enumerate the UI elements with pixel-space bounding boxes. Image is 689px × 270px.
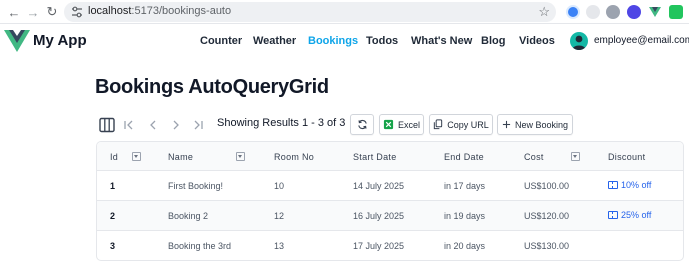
next-page-icon[interactable]: [169, 116, 183, 134]
grid-header-row: Id Name Room No Start Date End Date Cost…: [97, 142, 683, 171]
discount-label: 10% off: [621, 180, 652, 190]
cell-room-no: 10: [274, 181, 285, 191]
previous-page-icon[interactable]: [146, 116, 160, 134]
copy-url-label: Copy URL: [447, 119, 489, 130]
user-email[interactable]: employee@email.com: [594, 35, 689, 46]
cell-end-date: in 19 days: [444, 211, 486, 221]
refresh-icon: [357, 120, 367, 129]
cell-cost: US$130.00: [524, 241, 570, 251]
bookmark-star-icon[interactable]: ☆: [538, 4, 550, 20]
column-header-discount[interactable]: Discount: [608, 152, 645, 162]
column-header-room-no[interactable]: Room No: [274, 152, 314, 162]
app-title[interactable]: My App: [33, 32, 87, 49]
extension-icon-4[interactable]: [627, 5, 641, 19]
excel-export-button[interactable]: Excel: [379, 114, 424, 135]
nav-link-bookings[interactable]: Bookings: [308, 35, 358, 47]
back-icon[interactable]: ←: [6, 4, 22, 20]
nav-link-counter[interactable]: Counter: [200, 35, 242, 47]
extension-icon-2[interactable]: [586, 5, 600, 19]
cell-name: Booking the 3rd: [168, 241, 232, 251]
cell-room-no: 12: [274, 211, 285, 221]
page-title: Bookings AutoQueryGrid: [95, 76, 329, 98]
cell-room-no: 13: [274, 241, 285, 251]
nav-link-weather[interactable]: Weather: [253, 35, 296, 47]
nav-link-whats-new[interactable]: What's New: [411, 35, 472, 47]
extension-icon-3[interactable]: [606, 5, 620, 19]
new-booking-label: New Booking: [514, 119, 569, 130]
results-summary: Showing Results 1 - 3 of 3: [217, 117, 346, 129]
url-path: :5173/bookings-auto: [131, 5, 232, 17]
cell-start-date: 14 July 2025: [353, 181, 405, 191]
nav-link-videos[interactable]: Videos: [519, 35, 555, 47]
table-row[interactable]: 1 First Booking! 10 14 July 2025 in 17 d…: [97, 171, 683, 201]
app-header: My App Counter Weather Bookings Todos Wh…: [0, 24, 689, 60]
last-page-icon[interactable]: [191, 116, 205, 134]
new-booking-button[interactable]: New Booking: [497, 114, 573, 135]
plus-icon: [502, 120, 511, 129]
forward-icon[interactable]: →: [25, 4, 41, 20]
extension-icon-1[interactable]: [566, 5, 580, 19]
filter-icon[interactable]: [132, 152, 141, 161]
column-header-id[interactable]: Id: [110, 152, 118, 162]
cell-start-date: 17 July 2025: [353, 241, 405, 251]
cell-name: First Booking!: [168, 181, 224, 191]
first-page-icon[interactable]: [122, 116, 136, 134]
copy-icon: [434, 119, 443, 130]
table-row[interactable]: 2 Booking 2 12 16 July 2025 in 19 days U…: [97, 201, 683, 231]
cell-end-date: in 17 days: [444, 181, 486, 191]
filter-icon[interactable]: [236, 152, 245, 161]
vue-logo-icon[interactable]: [4, 29, 30, 53]
cell-cost: US$100.00: [524, 181, 570, 191]
table-row[interactable]: 3 Booking the 3rd 13 17 July 2025 in 20 …: [97, 231, 683, 260]
reload-icon[interactable]: ↻: [44, 4, 60, 20]
coupon-icon: [608, 211, 618, 219]
cell-start-date: 16 July 2025: [353, 211, 405, 221]
site-settings-icon[interactable]: [70, 5, 84, 19]
extension-icon-6[interactable]: [669, 5, 683, 19]
copy-url-button[interactable]: Copy URL: [429, 114, 493, 135]
column-header-end-date[interactable]: End Date: [444, 152, 484, 162]
discount-label: 25% off: [621, 210, 652, 220]
cell-id: 2: [110, 211, 116, 221]
cell-id: 1: [110, 181, 116, 191]
vue-devtools-icon[interactable]: [648, 5, 662, 19]
discount-link[interactable]: 25% off: [608, 210, 651, 220]
column-header-name[interactable]: Name: [168, 152, 193, 162]
user-avatar-icon: [572, 35, 586, 50]
column-header-start-date[interactable]: Start Date: [353, 152, 397, 162]
url-host: localhost: [88, 5, 132, 17]
columns-icon[interactable]: [98, 116, 116, 134]
browser-toolbar: ← → ↻ localhost:5173/bookings-auto ☆: [0, 0, 689, 24]
cell-cost: US$120.00: [524, 211, 570, 221]
discount-link[interactable]: 10% off: [608, 180, 651, 190]
avatar[interactable]: [570, 32, 588, 50]
filter-icon[interactable]: [571, 152, 580, 161]
column-header-cost[interactable]: Cost: [524, 152, 544, 162]
cell-end-date: in 20 days: [444, 241, 486, 251]
cell-name: Booking 2: [168, 211, 209, 221]
nav-link-blog[interactable]: Blog: [481, 35, 505, 47]
refresh-button[interactable]: [350, 114, 374, 135]
excel-label: Excel: [397, 119, 420, 130]
cell-id: 3: [110, 241, 116, 251]
nav-link-todos[interactable]: Todos: [366, 35, 398, 47]
bookings-grid: Id Name Room No Start Date End Date Cost…: [96, 141, 684, 261]
excel-icon: [383, 119, 394, 130]
address-bar[interactable]: localhost:5173/bookings-auto ☆: [64, 2, 556, 22]
url-text: localhost:5173/bookings-auto: [88, 5, 231, 17]
coupon-icon: [608, 181, 618, 189]
